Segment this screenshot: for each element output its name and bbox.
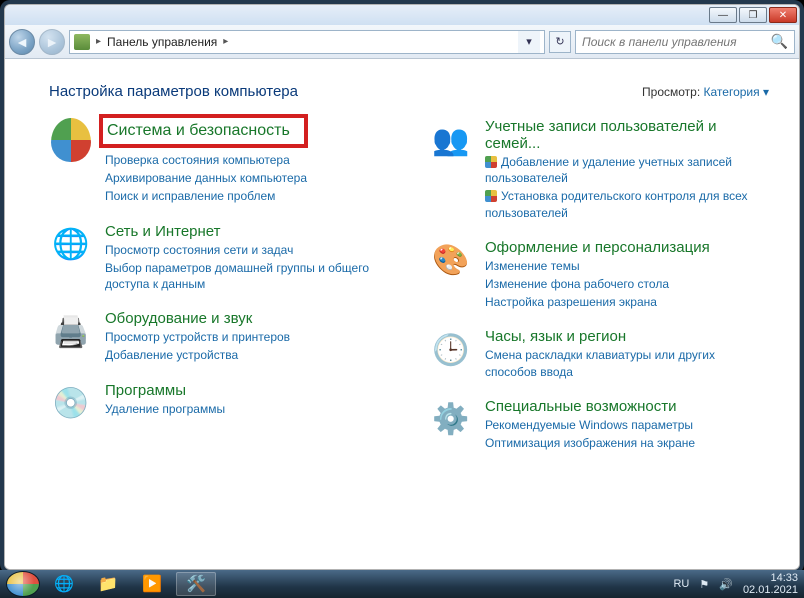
search-box[interactable]: 🔍	[575, 30, 795, 54]
category-link-system-security[interactable]: Система и безопасность	[99, 114, 308, 148]
language-indicator[interactable]: RU	[673, 578, 689, 590]
sublink[interactable]: Оптимизация изображения на экране	[485, 435, 769, 451]
category-hardware-sound: 🖨️ Оборудование и звук Просмотр устройст…	[49, 310, 389, 363]
view-selector[interactable]: Просмотр: Категория ▾	[642, 85, 769, 99]
sublink[interactable]: Смена раскладки клавиатуры или других сп…	[485, 347, 769, 379]
right-column: 👥 Учетные записи пользователей и семей..…	[429, 118, 769, 469]
category-appearance: 🎨 Оформление и персонализация Изменение …	[429, 239, 769, 311]
breadcrumb-root[interactable]: Панель управления	[107, 35, 217, 49]
maximize-button[interactable]: ❐	[739, 7, 767, 23]
sublink[interactable]: Архивирование данных компьютера	[105, 170, 389, 186]
refresh-button[interactable]: ↻	[549, 31, 571, 53]
category-user-accounts: 👥 Учетные записи пользователей и семей..…	[429, 118, 769, 221]
globe-network-icon: 🌐	[49, 223, 93, 267]
tray-clock[interactable]: 14:33 02.01.2021	[743, 572, 798, 596]
sublink[interactable]: Добавление устройства	[105, 347, 389, 363]
category-system-security: Система и безопасность Проверка состояни…	[49, 118, 389, 205]
back-button[interactable]: ◄	[9, 29, 35, 55]
sublink[interactable]: Просмотр устройств и принтеров	[105, 329, 389, 345]
close-button[interactable]: ✕	[769, 7, 797, 23]
taskbar-item-media[interactable]: ▶️	[132, 572, 172, 596]
taskbar-item-control-panel[interactable]: 🛠️	[176, 572, 216, 596]
search-input[interactable]	[582, 35, 771, 49]
page-title: Настройка параметров компьютера	[49, 83, 298, 100]
accessibility-icon: ⚙️	[429, 398, 473, 442]
left-column: Система и безопасность Проверка состояни…	[49, 118, 389, 469]
search-icon[interactable]: 🔍	[771, 33, 788, 50]
content-area: Настройка параметров компьютера Просмотр…	[5, 59, 799, 569]
navigation-bar: ◄ ► ▸ Панель управления ▸ ▾ ↻ 🔍	[5, 25, 799, 59]
clock-globe-icon: 🕒	[429, 328, 473, 372]
sublink[interactable]: Проверка состояния компьютера	[105, 152, 389, 168]
taskbar-item-explorer[interactable]: 📁	[88, 572, 128, 596]
appearance-icon: 🎨	[429, 239, 473, 283]
system-tray: RU ⚑ 🔊 14:33 02.01.2021	[673, 572, 798, 596]
tray-volume-icon[interactable]: 🔊	[719, 578, 733, 591]
view-value[interactable]: Категория	[704, 85, 760, 99]
minimize-button[interactable]: ―	[709, 7, 737, 23]
category-programs: 💿 Программы Удаление программы	[49, 382, 389, 426]
printer-icon: 🖨️	[49, 310, 93, 354]
breadcrumb-sep-icon: ▸	[96, 36, 101, 47]
category-link-hardware[interactable]: Оборудование и звук	[105, 310, 252, 327]
forward-button[interactable]: ►	[39, 29, 65, 55]
category-link-programs[interactable]: Программы	[105, 382, 186, 399]
taskbar: 🌐 📁 ▶️ 🛠️ RU ⚑ 🔊 14:33 02.01.2021	[0, 570, 804, 598]
content-header: Настройка параметров компьютера Просмотр…	[49, 83, 769, 100]
sublink[interactable]: Настройка разрешения экрана	[485, 294, 769, 310]
sublink[interactable]: Изменение фона рабочего стола	[485, 276, 769, 292]
address-dropdown-icon[interactable]: ▾	[518, 31, 540, 53]
tray-time: 14:33	[743, 572, 798, 584]
address-bar[interactable]: ▸ Панель управления ▸ ▾	[69, 30, 545, 54]
category-link-accessibility[interactable]: Специальные возможности	[485, 398, 677, 415]
view-label: Просмотр:	[642, 85, 700, 99]
category-link-appearance[interactable]: Оформление и персонализация	[485, 239, 710, 256]
control-panel-window: ― ❐ ✕ ◄ ► ▸ Панель управления ▸ ▾ ↻ 🔍 На…	[4, 4, 800, 570]
titlebar: ― ❐ ✕	[5, 5, 799, 25]
control-panel-icon	[74, 34, 90, 50]
sublink[interactable]: Выбор параметров домашней группы и общег…	[105, 260, 389, 292]
sublink[interactable]: Просмотр состояния сети и задач	[105, 242, 389, 258]
category-columns: Система и безопасность Проверка состояни…	[49, 118, 769, 469]
tray-flag-icon[interactable]: ⚑	[699, 578, 709, 591]
category-accessibility: ⚙️ Специальные возможности Рекомендуемые…	[429, 398, 769, 451]
disc-icon: 💿	[49, 382, 93, 426]
sublink[interactable]: Рекомендуемые Windows параметры	[485, 417, 769, 433]
chevron-down-icon: ▾	[763, 85, 769, 99]
sublink[interactable]: Изменение темы	[485, 258, 769, 274]
breadcrumb-sep-icon: ▸	[223, 36, 228, 47]
category-link-clock[interactable]: Часы, язык и регион	[485, 328, 626, 345]
sublink[interactable]: Добавление и удаление учетных записей по…	[485, 154, 769, 186]
sublink[interactable]: Удаление программы	[105, 401, 389, 417]
category-network: 🌐 Сеть и Интернет Просмотр состояния сет…	[49, 223, 389, 293]
category-clock-region: 🕒 Часы, язык и регион Смена раскладки кл…	[429, 328, 769, 379]
taskbar-item-ie[interactable]: 🌐	[44, 572, 84, 596]
shield-icon	[49, 118, 93, 162]
category-link-users[interactable]: Учетные записи пользователей и семей...	[485, 118, 769, 152]
sublink[interactable]: Поиск и исправление проблем	[105, 188, 389, 204]
sublink[interactable]: Установка родительского контроля для все…	[485, 188, 769, 220]
start-button[interactable]	[6, 571, 40, 597]
category-link-network[interactable]: Сеть и Интернет	[105, 223, 221, 240]
tray-date: 02.01.2021	[743, 584, 798, 596]
users-icon: 👥	[429, 118, 473, 162]
